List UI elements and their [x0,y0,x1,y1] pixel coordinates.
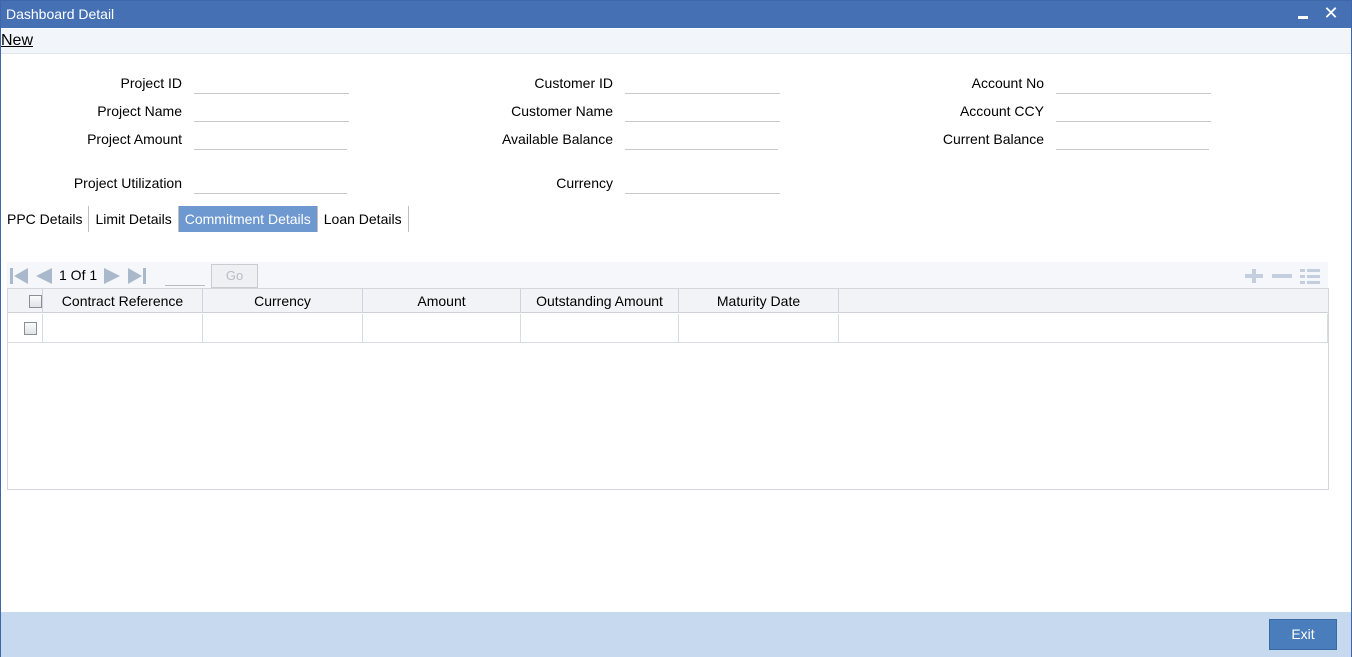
column-header[interactable]: Maturity Date [679,289,839,312]
column-header[interactable]: Amount [363,289,521,312]
exit-button[interactable]: Exit [1269,619,1337,650]
project-id-label: Project ID [120,75,182,91]
project-amount-label: Project Amount [87,131,182,147]
next-page-icon[interactable] [103,266,123,286]
delete-row-icon[interactable] [1271,267,1293,285]
grid-toolbar: 1 Of 1 Go [7,262,1328,288]
last-page-icon[interactable] [127,266,147,286]
project-utilization-label: Project Utilization [73,175,182,191]
available-balance-label: Available Balance [501,131,613,147]
go-button[interactable]: Go [211,264,258,288]
filler-cell [839,314,1328,342]
tab-ppc-details[interactable]: PPC Details [1,206,90,232]
current-balance-field[interactable] [1056,128,1209,150]
account-no-field[interactable] [1056,72,1211,94]
close-icon[interactable]: ✕ [1321,3,1341,23]
project-utilization-field[interactable] [194,172,347,194]
currency-field[interactable] [625,172,780,194]
previous-page-icon[interactable] [33,266,53,286]
customer-name-field[interactable] [625,100,780,122]
project-name-field[interactable] [194,100,349,122]
tab-limit-details[interactable]: Limit Details [89,206,179,232]
tab-loan-details[interactable]: Loan Details [318,206,409,232]
project-amount-field[interactable] [194,128,347,150]
minimize-icon[interactable] [1293,3,1313,23]
currency-label: Currency [556,175,613,191]
select-all-checkbox[interactable] [29,295,42,308]
grid-header: Contract Reference Currency Amount Outst… [8,289,1328,313]
dashboard-detail-window: Dashboard Detail ✕ New Project ID Projec… [0,0,1352,657]
project-id-field[interactable] [194,72,349,94]
menu-bar: New [1,29,1351,54]
currency-cell[interactable] [203,314,363,342]
available-balance-field[interactable] [625,128,778,150]
project-name-label: Project Name [97,103,182,119]
commitment-grid: Contract Reference Currency Amount Outst… [7,288,1329,490]
column-header[interactable]: Outstanding Amount [521,289,679,312]
account-ccy-field[interactable] [1056,100,1211,122]
window-title: Dashboard Detail [6,6,115,22]
title-bar: Dashboard Detail ✕ [1,1,1351,28]
footer-bar: Exit [1,612,1351,657]
customer-name-label: Customer Name [511,103,613,119]
account-no-label: Account No [971,75,1044,91]
pager-text: 1 Of 1 [59,267,98,283]
outstanding-amount-cell[interactable] [521,314,679,342]
page-number-input[interactable] [165,266,205,286]
current-balance-label: Current Balance [942,131,1044,147]
customer-id-label: Customer ID [534,75,613,91]
customer-id-field[interactable] [625,72,780,94]
column-header[interactable]: Currency [203,289,363,312]
single-view-icon[interactable] [1299,267,1321,285]
new-link[interactable]: New [1,32,33,50]
select-all-cell [8,289,43,312]
row-checkbox[interactable] [24,322,37,335]
account-ccy-label: Account CCY [959,103,1044,119]
add-row-icon[interactable] [1243,267,1265,285]
first-page-icon[interactable] [9,266,29,286]
tab-commitment-details[interactable]: Commitment Details [178,206,318,232]
maturity-date-cell[interactable] [679,314,839,342]
column-header[interactable]: Contract Reference [43,289,203,312]
table-row[interactable] [8,314,1328,343]
amount-cell[interactable] [363,314,521,342]
detail-tabs: PPC Details Limit Details Commitment Det… [1,206,409,232]
contract-reference-cell[interactable] [43,314,203,342]
row-select-cell [8,314,43,342]
